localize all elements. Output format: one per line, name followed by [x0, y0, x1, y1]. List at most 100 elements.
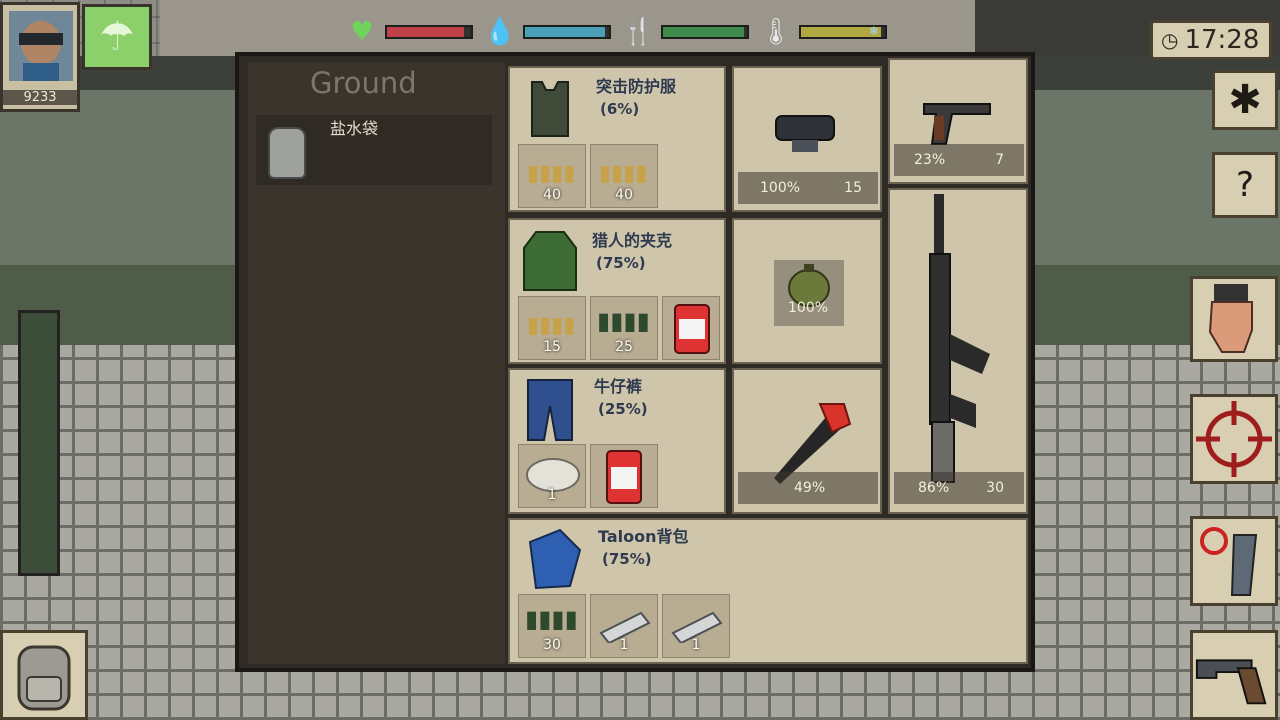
pistol-percent: 23% [914, 152, 946, 168]
backpack-name: Taloon背包 [598, 527, 689, 546]
rifle-count: 30 [986, 480, 1004, 496]
hand-interact-button[interactable] [1190, 276, 1278, 362]
jacket-slot[interactable]: 猎人的夹克 (75%) ▮▮▮▮ 15 ▮▮▮▮ 25 [508, 218, 726, 364]
thermometer-icon: 🌡 [759, 17, 793, 47]
assault-rifle-icon [929, 194, 990, 483]
body-armor-percent: (6%) [600, 100, 640, 118]
vest-icon [531, 81, 569, 137]
pistol-icon [923, 103, 991, 145]
reload-magazine-icon [1200, 527, 1258, 596]
body-armor-name: 突击防护服 [596, 77, 677, 96]
jacket-percent: (75%) [596, 254, 646, 272]
health-fill [387, 27, 465, 37]
avatar [9, 11, 73, 81]
ammo-count: 25 [615, 339, 633, 355]
ammo-slot[interactable]: ▮▮▮▮ 25 [590, 296, 658, 360]
body-armor-slot[interactable]: 突击防护服 (6%) ▮▮▮▮ 40 ▮▮▮▮ 40 [508, 66, 726, 212]
ammo-slot[interactable]: ▮▮▮▮ 40 [590, 144, 658, 208]
rifle-percent: 86% [918, 480, 950, 496]
canteen-percent: 100% [788, 300, 829, 316]
bandage-slot[interactable]: 1 [518, 444, 586, 508]
ammo-count: 40 [543, 187, 561, 203]
note-question-icon: ? [1235, 165, 1255, 205]
ammo-count: 15 [543, 339, 561, 355]
temperature-stat: 🌡 ❄ [759, 15, 887, 49]
player-portrait[interactable]: 9233 [0, 2, 80, 112]
heart-icon: ♥ [350, 17, 374, 47]
backpack-button[interactable] [0, 630, 88, 720]
revolver-icon [1195, 659, 1267, 705]
player-score: 9233 [3, 90, 77, 105]
health-bar [385, 25, 473, 39]
game-clock: ◷ 17:28 [1150, 20, 1272, 60]
quest-button[interactable]: ? [1212, 152, 1278, 218]
ammo-count: 30 [543, 637, 561, 653]
axe-slot[interactable]: 49% [732, 368, 882, 514]
water-bar [523, 25, 611, 39]
crosshair-icon [1196, 401, 1272, 477]
axe-percent: 49% [794, 480, 826, 496]
snowflake-icon: ❄ [868, 24, 879, 38]
ground-item-label: 盐水袋 [330, 119, 379, 138]
ground-item-saline-bag[interactable]: 盐水袋 [256, 115, 492, 185]
bandage-count: 1 [547, 487, 557, 503]
night-vision-helmet-icon [775, 115, 835, 152]
medkit-slot[interactable] [590, 444, 658, 508]
canteen-slot[interactable]: 100% [732, 218, 882, 364]
ammo-icon: ▮▮▮▮ [525, 605, 578, 633]
ammo-slot[interactable]: ▮▮▮▮ 40 [518, 144, 586, 208]
backpack-slot[interactable]: Taloon背包 (75%) ▮▮▮▮ 30 1 1 [508, 518, 1028, 664]
splint-slot[interactable]: 1 [590, 594, 658, 658]
clock-icon: ◷ [1161, 28, 1179, 52]
ground-title: Ground [310, 66, 417, 100]
backpack-icon [17, 645, 71, 711]
settings-button[interactable]: ✱ [1212, 70, 1278, 130]
ammo-slot[interactable]: ▮▮▮▮ 15 [518, 296, 586, 360]
helmet-count: 15 [844, 180, 862, 196]
rifle-info: 86% 30 [894, 472, 1024, 504]
pistol-slot[interactable]: 23% 7 [888, 58, 1028, 184]
hand-icon [1208, 284, 1253, 353]
food-bar [661, 25, 749, 39]
status-bar: ♥ 💧 🍴 🌡 ❄ [345, 12, 887, 52]
health-stat: ♥ [345, 15, 473, 49]
backpack-percent: (75%) [602, 550, 652, 568]
ammo-icon: ▮▮▮▮ [527, 313, 576, 338]
water-fill [525, 27, 605, 37]
medkit-slot[interactable] [662, 296, 720, 360]
door [18, 310, 60, 576]
gear-icon: ✱ [1228, 77, 1262, 123]
airdrop-button[interactable]: ☂ [82, 4, 152, 70]
jeans-name: 牛仔裤 [594, 377, 643, 396]
helmet-info: 100% 15 [738, 172, 878, 204]
axe-info: 49% [738, 472, 878, 504]
pistol-info: 23% 7 [894, 144, 1024, 176]
splint-count: 1 [619, 637, 629, 653]
ammo-slot[interactable]: ▮▮▮▮ 30 [518, 594, 586, 658]
aim-button[interactable] [1190, 394, 1278, 484]
pistol-count: 7 [995, 152, 1004, 168]
clock-time: 17:28 [1184, 25, 1260, 55]
water-stat: 💧 [483, 15, 611, 49]
fork-knife-icon: 🍴 [621, 17, 655, 47]
reload-button[interactable] [1190, 516, 1278, 606]
food-stat: 🍴 [621, 15, 749, 49]
blue-backpack-icon [528, 528, 582, 590]
medkit-icon [674, 304, 710, 354]
parachute-icon: ☂ [99, 14, 135, 60]
weapon-switch-button[interactable] [1190, 630, 1278, 720]
splint-slot[interactable]: 1 [662, 594, 730, 658]
helmet-percent: 100% [760, 180, 801, 196]
medkit-icon [606, 450, 642, 504]
jeans-slot[interactable]: 牛仔裤 (25%) 1 [508, 368, 726, 514]
ammo-icon: ▮▮▮▮ [599, 161, 648, 186]
rifle-slot[interactable]: 86% 30 [888, 188, 1028, 514]
helmet-slot[interactable]: 100% 15 [732, 66, 882, 212]
ammo-icon: ▮▮▮▮ [597, 307, 650, 335]
jacket-icon [523, 231, 577, 291]
saline-bag-icon [268, 127, 306, 179]
temperature-bar: ❄ [799, 24, 887, 39]
water-drop-icon: 💧 [483, 17, 517, 47]
splint-count: 1 [691, 637, 701, 653]
jacket-name: 猎人的夹克 [592, 231, 673, 250]
